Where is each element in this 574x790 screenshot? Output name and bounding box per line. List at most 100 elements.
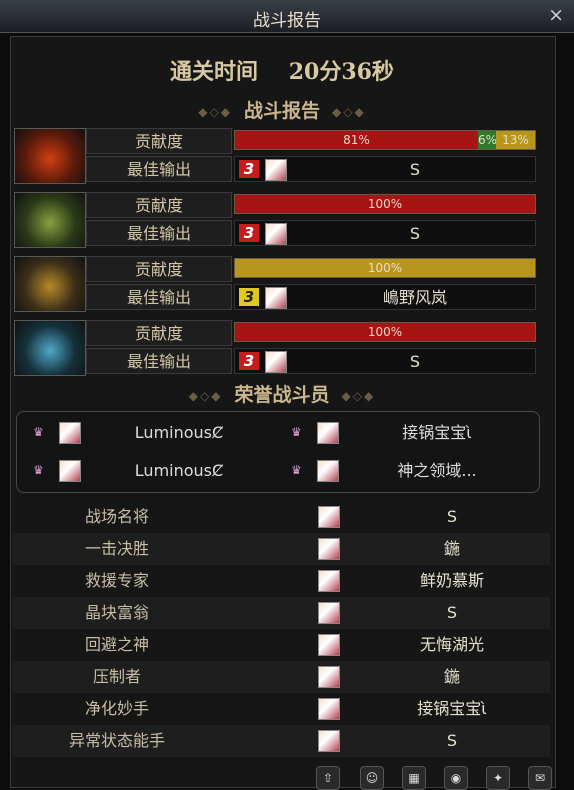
award-name: 鍦	[443, 539, 460, 558]
avatar[interactable]	[318, 698, 340, 720]
boss-emblem-icon	[14, 192, 86, 248]
avatar[interactable]	[318, 506, 340, 528]
avatar[interactable]	[318, 570, 340, 592]
avatar	[59, 422, 81, 444]
ornament-left: ◆◇◆	[198, 105, 232, 119]
stage-row: 贡献度 81% 6% 13% 最佳输出 3 S	[14, 128, 538, 184]
award-label: 回避之神	[84, 635, 149, 654]
battle-report-heading: ◆◇◆ 战斗报告 ◆◇◆	[10, 96, 554, 122]
gift-icon[interactable]: ✦	[486, 766, 510, 790]
honor-entry[interactable]: ♛ LuminousȻ	[21, 456, 271, 486]
award-row: 净化妙手 接锅宝宝ὶ	[12, 693, 550, 725]
award-name: 接锅宝宝ὶ	[417, 699, 487, 718]
contribution-bar: 81% 6% 13%	[234, 130, 536, 150]
ornament-left: ◆◇◆	[188, 389, 223, 403]
best-output-name: S	[409, 224, 421, 243]
contribution-segment: 100%	[235, 259, 535, 277]
honor-name: 神之领域...	[397, 461, 477, 480]
avatar[interactable]	[318, 730, 340, 752]
award-label: 一击决胜	[84, 539, 149, 558]
award-name: 鍦	[443, 667, 460, 686]
crown-icon: ♛	[33, 463, 44, 477]
rank-badge: 3	[239, 160, 259, 178]
ornament-right: ◆◇◆	[332, 105, 366, 119]
best-output-box: 3 嶋野风岚	[234, 284, 536, 310]
best-output-row: 最佳输出 3 嶋野风岚	[86, 284, 538, 310]
best-output-label: 最佳输出	[86, 156, 232, 182]
boss-emblem-icon	[14, 320, 86, 376]
honor-entry[interactable]: ♛ 接锅宝宝ὶ	[279, 418, 529, 448]
stage-row: 贡献度 100% 最佳输出 3 嶋野风岚	[14, 256, 538, 312]
award-name: S	[446, 603, 458, 622]
avatar[interactable]	[318, 666, 340, 688]
calendar-icon[interactable]: ▦	[402, 766, 426, 790]
window-titlebar[interactable]: 战斗报告 ×	[0, 0, 574, 33]
contribution-label: 贡献度	[86, 192, 232, 218]
award-row: 异常状态能手 S	[12, 725, 550, 757]
contribution-label: 贡献度	[86, 320, 232, 346]
honor-name: LuminousȻ	[134, 423, 224, 442]
stage-row: 贡献度 100% 最佳输出 3 S	[14, 192, 538, 248]
honor-heading: ◆◇◆ 荣誉战斗员 ◆◇◆	[10, 380, 554, 406]
contribution-bar: 100%	[234, 194, 536, 214]
mail-icon[interactable]: ✉	[528, 766, 552, 790]
best-output-label: 最佳输出	[86, 220, 232, 246]
rank-badge: 3	[239, 288, 259, 306]
contribution-row: 贡献度 100%	[86, 320, 538, 346]
best-output-row: 最佳输出 3 S	[86, 220, 538, 246]
upgrade-icon[interactable]: ⇧	[316, 766, 340, 790]
best-output-row: 最佳输出 3 S	[86, 156, 538, 182]
avatar[interactable]	[265, 351, 287, 373]
award-row: 晶块富翁 S	[12, 597, 550, 629]
pet-icon[interactable]: ◉	[444, 766, 468, 790]
award-label: 净化妙手	[84, 699, 149, 718]
stage-row: 贡献度 100% 最佳输出 3 S	[14, 320, 538, 376]
avatar	[317, 460, 339, 482]
contribution-row: 贡献度 100%	[86, 192, 538, 218]
honor-entry[interactable]: ♛ 神之领域...	[279, 456, 529, 486]
awards-list: 战场名将 S 一击决胜鍦 救援专家 鲜奶慕斯 晶块富翁 S 回避之神 无悔湖光 压制者鍦…	[12, 501, 550, 757]
avatar[interactable]	[318, 602, 340, 624]
award-label: 救援专家	[84, 571, 149, 590]
contribution-bar: 100%	[234, 322, 536, 342]
award-label: 压制者	[92, 667, 141, 686]
close-icon[interactable]: ×	[548, 4, 564, 26]
award-row: 压制者 鍦	[12, 661, 550, 693]
best-output-name: S	[409, 160, 421, 179]
honor-name: LuminousȻ	[134, 461, 224, 480]
window-title: 战斗报告	[253, 11, 321, 31]
best-output-name: S	[409, 352, 421, 371]
avatar[interactable]	[318, 634, 340, 656]
honor-entry[interactable]: ♛ LuminousȻ	[21, 418, 271, 448]
best-output-row: 最佳输出 3 S	[86, 348, 538, 374]
clear-time-label: 通关时间	[170, 59, 259, 85]
contribution-segment: 6%	[478, 131, 496, 149]
contribution-segment: 100%	[235, 323, 535, 341]
avatar[interactable]	[265, 223, 287, 245]
avatar[interactable]	[318, 538, 340, 560]
best-output-box: 3S	[234, 348, 536, 374]
avatar[interactable]	[265, 159, 287, 181]
award-name: 鲜奶慕斯	[419, 571, 484, 590]
contribution-row: 贡献度 100%	[86, 256, 538, 282]
clear-time: 通关时间 20分36秒	[10, 54, 554, 90]
award-name: S	[446, 731, 458, 750]
contribution-label: 贡献度	[86, 256, 232, 282]
best-output-label: 最佳输出	[86, 284, 232, 310]
boss-emblem-icon	[14, 128, 86, 184]
character-icon[interactable]: ☺	[360, 766, 384, 790]
award-name: S	[446, 507, 458, 526]
avatar[interactable]	[265, 287, 287, 309]
award-row: 回避之神 无悔湖光	[12, 629, 550, 661]
contribution-segment: 100%	[235, 195, 535, 213]
award-name: 无悔湖光	[419, 635, 484, 654]
award-row: 战场名将 S	[12, 501, 550, 533]
best-output-label: 最佳输出	[86, 348, 232, 374]
award-label: 异常状态能手	[68, 731, 165, 750]
clear-time-value: 20分36秒	[288, 59, 394, 85]
contribution-segment: 81%	[235, 131, 478, 149]
award-label: 战场名将	[84, 507, 149, 526]
honor-box: ♛ LuminousȻ ♛ 接锅宝宝ὶ ♛ LuminousȻ ♛ 神之领域..…	[16, 411, 540, 493]
best-output-name: 嶋野风岚	[382, 288, 447, 307]
battle-report-heading-text: 战斗报告	[243, 100, 320, 122]
